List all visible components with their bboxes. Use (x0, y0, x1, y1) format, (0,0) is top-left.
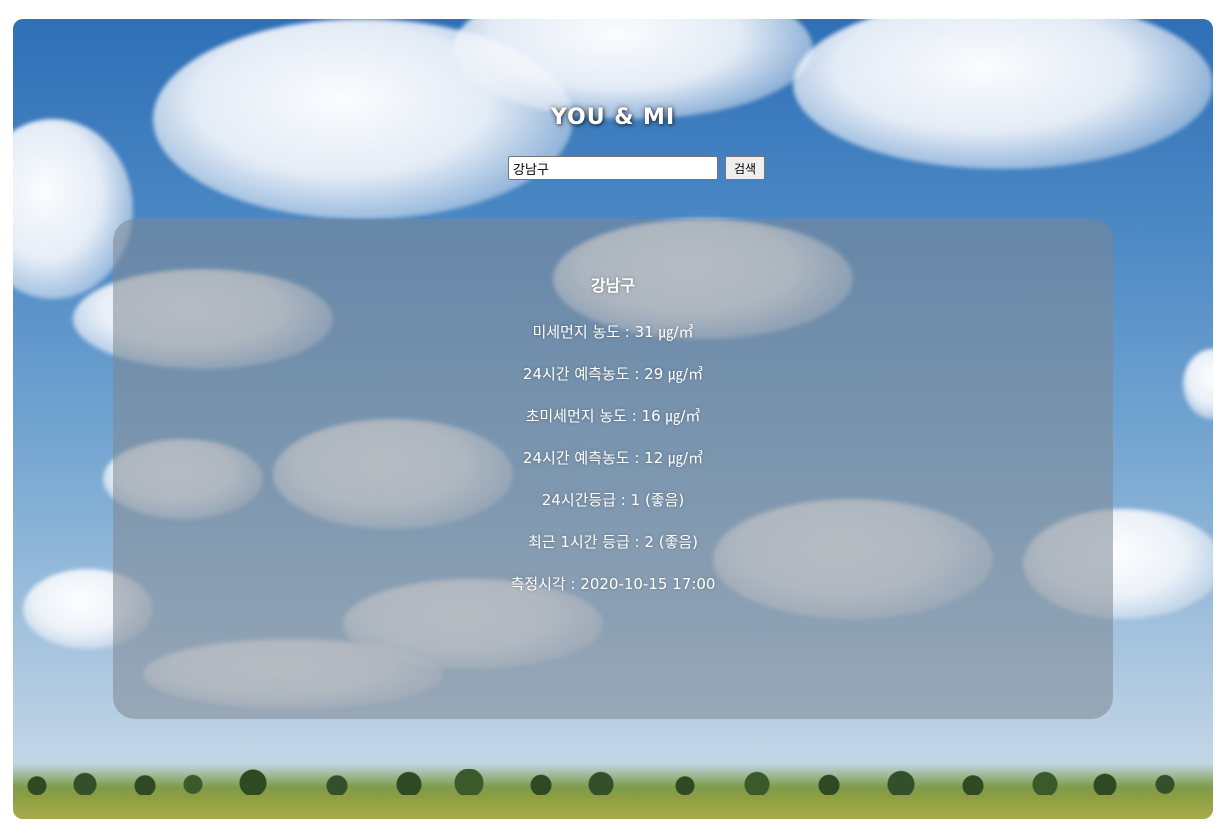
pm10-concentration: 미세먼지 농도 : 31 ㎍/㎥ (532, 323, 694, 341)
grade-1h: 최근 1시간 등급 : 2 (좋음) (527, 533, 699, 551)
search-bar: 검색 (508, 155, 766, 181)
cloud (1183, 349, 1213, 419)
cloud (793, 19, 1213, 169)
air-quality-panel: 강남구 미세먼지 농도 : 31 ㎍/㎥ 24시간 예측농도 : 29 ㎍/㎥ … (113, 219, 1113, 719)
page-title: YOU & MI (550, 105, 676, 130)
tree-line (13, 769, 1213, 797)
sky-background: YOU & MI 검색 강남구 미세먼지 농도 : 31 ㎍/㎥ 24시간 예측… (13, 19, 1213, 819)
pm10-24h-forecast: 24시간 예측농도 : 29 ㎍/㎥ (522, 365, 704, 383)
grass-field (13, 795, 1213, 819)
search-button[interactable]: 검색 (725, 156, 766, 180)
search-input[interactable] (508, 156, 718, 180)
grade-24h: 24시간등급 : 1 (좋음) (541, 491, 685, 509)
air-quality-info-list: 미세먼지 농도 : 31 ㎍/㎥ 24시간 예측농도 : 29 ㎍/㎥ 초미세먼… (113, 319, 1113, 613)
district-name: 강남구 (590, 276, 636, 295)
measurement-time: 측정시각 : 2020-10-15 17:00 (510, 575, 716, 593)
pm25-concentration: 초미세먼지 농도 : 16 ㎍/㎥ (525, 407, 701, 425)
pm25-24h-forecast: 24시간 예측농도 : 12 ㎍/㎥ (522, 449, 704, 467)
